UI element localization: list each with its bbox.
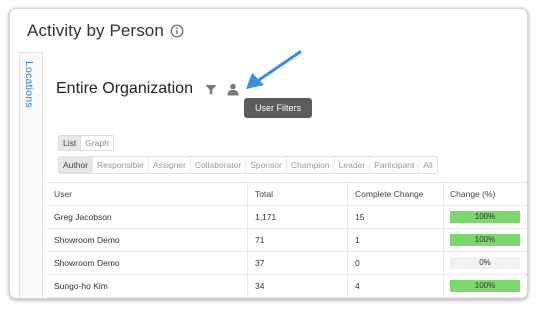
column-header-complete-change[interactable]: Complete Change bbox=[348, 183, 444, 205]
change-bar-label: 100% bbox=[474, 281, 496, 290]
role-tabs: Author Responsible Assigner Collaborator… bbox=[58, 156, 438, 174]
role-tab-assigner[interactable]: Assigner bbox=[148, 157, 191, 173]
role-tab-leader[interactable]: Leader bbox=[334, 157, 371, 173]
organization-title: Entire Organization bbox=[56, 80, 193, 97]
view-list-button[interactable]: List bbox=[59, 136, 82, 150]
change-bar: 100% bbox=[450, 280, 520, 292]
column-header-change-pct[interactable]: Change (%) bbox=[444, 183, 527, 205]
role-tab-participant[interactable]: Participant bbox=[370, 157, 420, 173]
role-tab-responsible[interactable]: Responsible bbox=[93, 157, 149, 173]
complete-change-cell: 0 bbox=[348, 252, 444, 274]
user-filters-tooltip: User Filters bbox=[244, 98, 312, 118]
column-header-total[interactable]: Total bbox=[248, 183, 348, 205]
user-cell[interactable]: Greg Jacobson bbox=[47, 206, 248, 228]
change-pct-cell: 100% bbox=[444, 206, 527, 228]
table-row[interactable]: Greg Jacobson 1,171 15 100% bbox=[47, 206, 527, 229]
table-header-row: User Total Complete Change Change (%) bbox=[47, 183, 527, 206]
role-tab-sponsor[interactable]: Sponsor bbox=[246, 157, 287, 173]
user-cell[interactable]: Showroom Demo bbox=[47, 229, 248, 251]
role-tab-champion[interactable]: Champion bbox=[286, 157, 335, 173]
app-window: Activity by Person Locations Entire Orga… bbox=[9, 8, 528, 299]
change-bar: 0% bbox=[450, 257, 520, 269]
user-cell[interactable]: Sungo-ho Kim bbox=[47, 275, 248, 297]
pointer-arrow-icon bbox=[246, 50, 302, 89]
role-tab-author[interactable]: Author bbox=[59, 157, 94, 173]
complete-change-cell: 15 bbox=[348, 206, 444, 228]
locations-side-tab-label: Locations bbox=[23, 61, 35, 108]
person-icon[interactable] bbox=[227, 83, 239, 96]
change-pct-cell: 100% bbox=[444, 229, 527, 251]
total-cell: 1,171 bbox=[248, 206, 348, 228]
complete-change-cell: 4 bbox=[348, 275, 444, 297]
table-row[interactable]: Showroom Demo 37 0 0% bbox=[47, 252, 527, 275]
total-cell: 71 bbox=[248, 229, 348, 251]
view-graph-button[interactable]: Graph bbox=[81, 136, 113, 150]
change-bar-label: 100% bbox=[474, 212, 496, 221]
page-title: Activity by Person bbox=[27, 21, 164, 40]
user-cell[interactable]: Showroom Demo bbox=[47, 252, 248, 274]
locations-side-tab[interactable]: Locations bbox=[19, 52, 43, 298]
complete-change-cell: 1 bbox=[348, 229, 444, 251]
total-cell: 37 bbox=[248, 252, 348, 274]
table-row[interactable]: Sungo-ho Kim 34 4 100% bbox=[47, 275, 527, 298]
change-bar-label: 100% bbox=[474, 235, 496, 244]
view-toggle: List Graph bbox=[58, 135, 114, 151]
role-tab-all[interactable]: All bbox=[419, 157, 437, 173]
change-bar: 100% bbox=[450, 234, 520, 246]
change-pct-cell: 0% bbox=[444, 252, 527, 274]
change-pct-cell: 100% bbox=[444, 275, 527, 297]
change-bar-label: 0% bbox=[479, 258, 491, 267]
column-header-user[interactable]: User bbox=[47, 183, 248, 205]
table-row[interactable]: Showroom Demo 71 1 100% bbox=[47, 229, 527, 252]
info-circle-icon[interactable] bbox=[170, 24, 184, 38]
role-tab-collaborator[interactable]: Collaborator bbox=[190, 157, 247, 173]
change-bar: 100% bbox=[450, 211, 520, 223]
filter-funnel-icon[interactable] bbox=[205, 84, 217, 96]
activity-table: User Total Complete Change Change (%) Gr… bbox=[47, 182, 527, 298]
total-cell: 34 bbox=[248, 275, 348, 297]
